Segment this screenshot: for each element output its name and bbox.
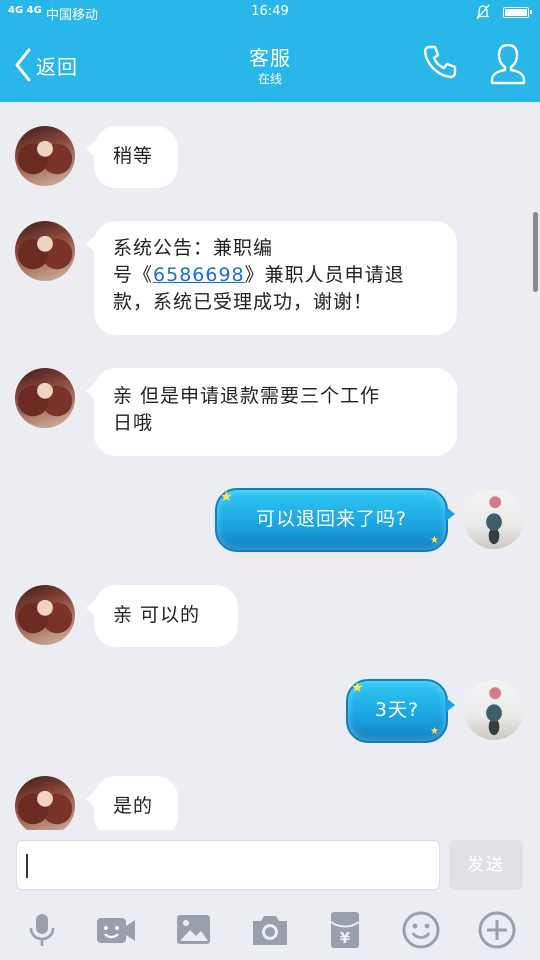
message-text: 亲 可以的	[113, 604, 201, 626]
image-icon[interactable]	[174, 910, 214, 950]
text-caret	[26, 854, 28, 878]
message-text: 日哦	[113, 412, 154, 434]
input-toolbar: ¥	[0, 900, 540, 960]
mute-icon	[476, 4, 490, 20]
message-text: 号《	[113, 264, 154, 286]
agent-avatar[interactable]	[15, 368, 75, 428]
send-button[interactable]: 发送	[449, 840, 523, 890]
svg-text:¥: ¥	[340, 929, 351, 947]
my-message-bubble: ★ ★ 3天?	[346, 679, 455, 743]
star-icon: ★	[430, 726, 440, 737]
message-bubble: 亲 可以的	[86, 585, 238, 647]
message-input[interactable]	[16, 840, 440, 890]
status-bar: 4G 4G 中国移动 16:49	[0, 0, 540, 26]
message-bubble: 稍等	[86, 126, 178, 188]
battery-icon	[503, 7, 532, 18]
agent-avatar[interactable]	[15, 585, 75, 645]
clock: 16:49	[251, 4, 289, 19]
agent-avatar[interactable]	[15, 776, 75, 830]
star-icon: ★	[351, 680, 365, 696]
plus-icon[interactable]	[477, 910, 517, 950]
message-text: 系统公告：兼职编	[113, 237, 274, 259]
message-bubble: 系统公告：兼职编 号《6586698》兼职人员申请退 款，系统已受理成功，谢谢！	[86, 221, 457, 335]
scrollbar[interactable]	[533, 212, 538, 292]
message-bubble: 是的	[86, 776, 178, 830]
order-number-link[interactable]: 6586698	[153, 264, 245, 286]
star-icon: ★	[430, 535, 440, 546]
phone-icon[interactable]	[420, 42, 460, 82]
message-text: 亲 但是申请退款需要三个工作	[113, 385, 381, 407]
message-text: 》兼职人员申请退	[244, 264, 405, 286]
red-packet-icon[interactable]: ¥	[325, 910, 365, 950]
agent-avatar[interactable]	[15, 221, 75, 281]
star-icon: ★	[220, 489, 234, 505]
chat-header: 返回 客服 在线	[0, 26, 540, 102]
user-avatar[interactable]	[464, 680, 524, 740]
agent-avatar[interactable]	[15, 126, 75, 186]
message-text: 款，系统已受理成功，谢谢！	[113, 291, 374, 313]
message-text: 可以退回来了吗?	[255, 508, 408, 530]
message-text: 稍等	[113, 145, 154, 167]
message-text: 是的	[113, 795, 154, 817]
user-avatar[interactable]	[464, 489, 524, 549]
profile-icon[interactable]	[488, 42, 528, 86]
chat-messages[interactable]: 稍等 系统公告：兼职编 号《6586698》兼职人员申请退 款，系统已受理成功，…	[0, 102, 540, 830]
video-call-icon[interactable]	[96, 910, 136, 950]
message-bubble: 亲 但是申请退款需要三个工作 日哦	[86, 368, 457, 456]
microphone-icon[interactable]	[22, 910, 62, 950]
message-text: 3天?	[374, 699, 420, 721]
my-message-bubble: ★ ★ 可以退回来了吗?	[215, 488, 455, 552]
emoji-icon[interactable]	[401, 910, 441, 950]
camera-icon[interactable]	[250, 910, 290, 950]
input-bar: 发送	[0, 830, 540, 900]
